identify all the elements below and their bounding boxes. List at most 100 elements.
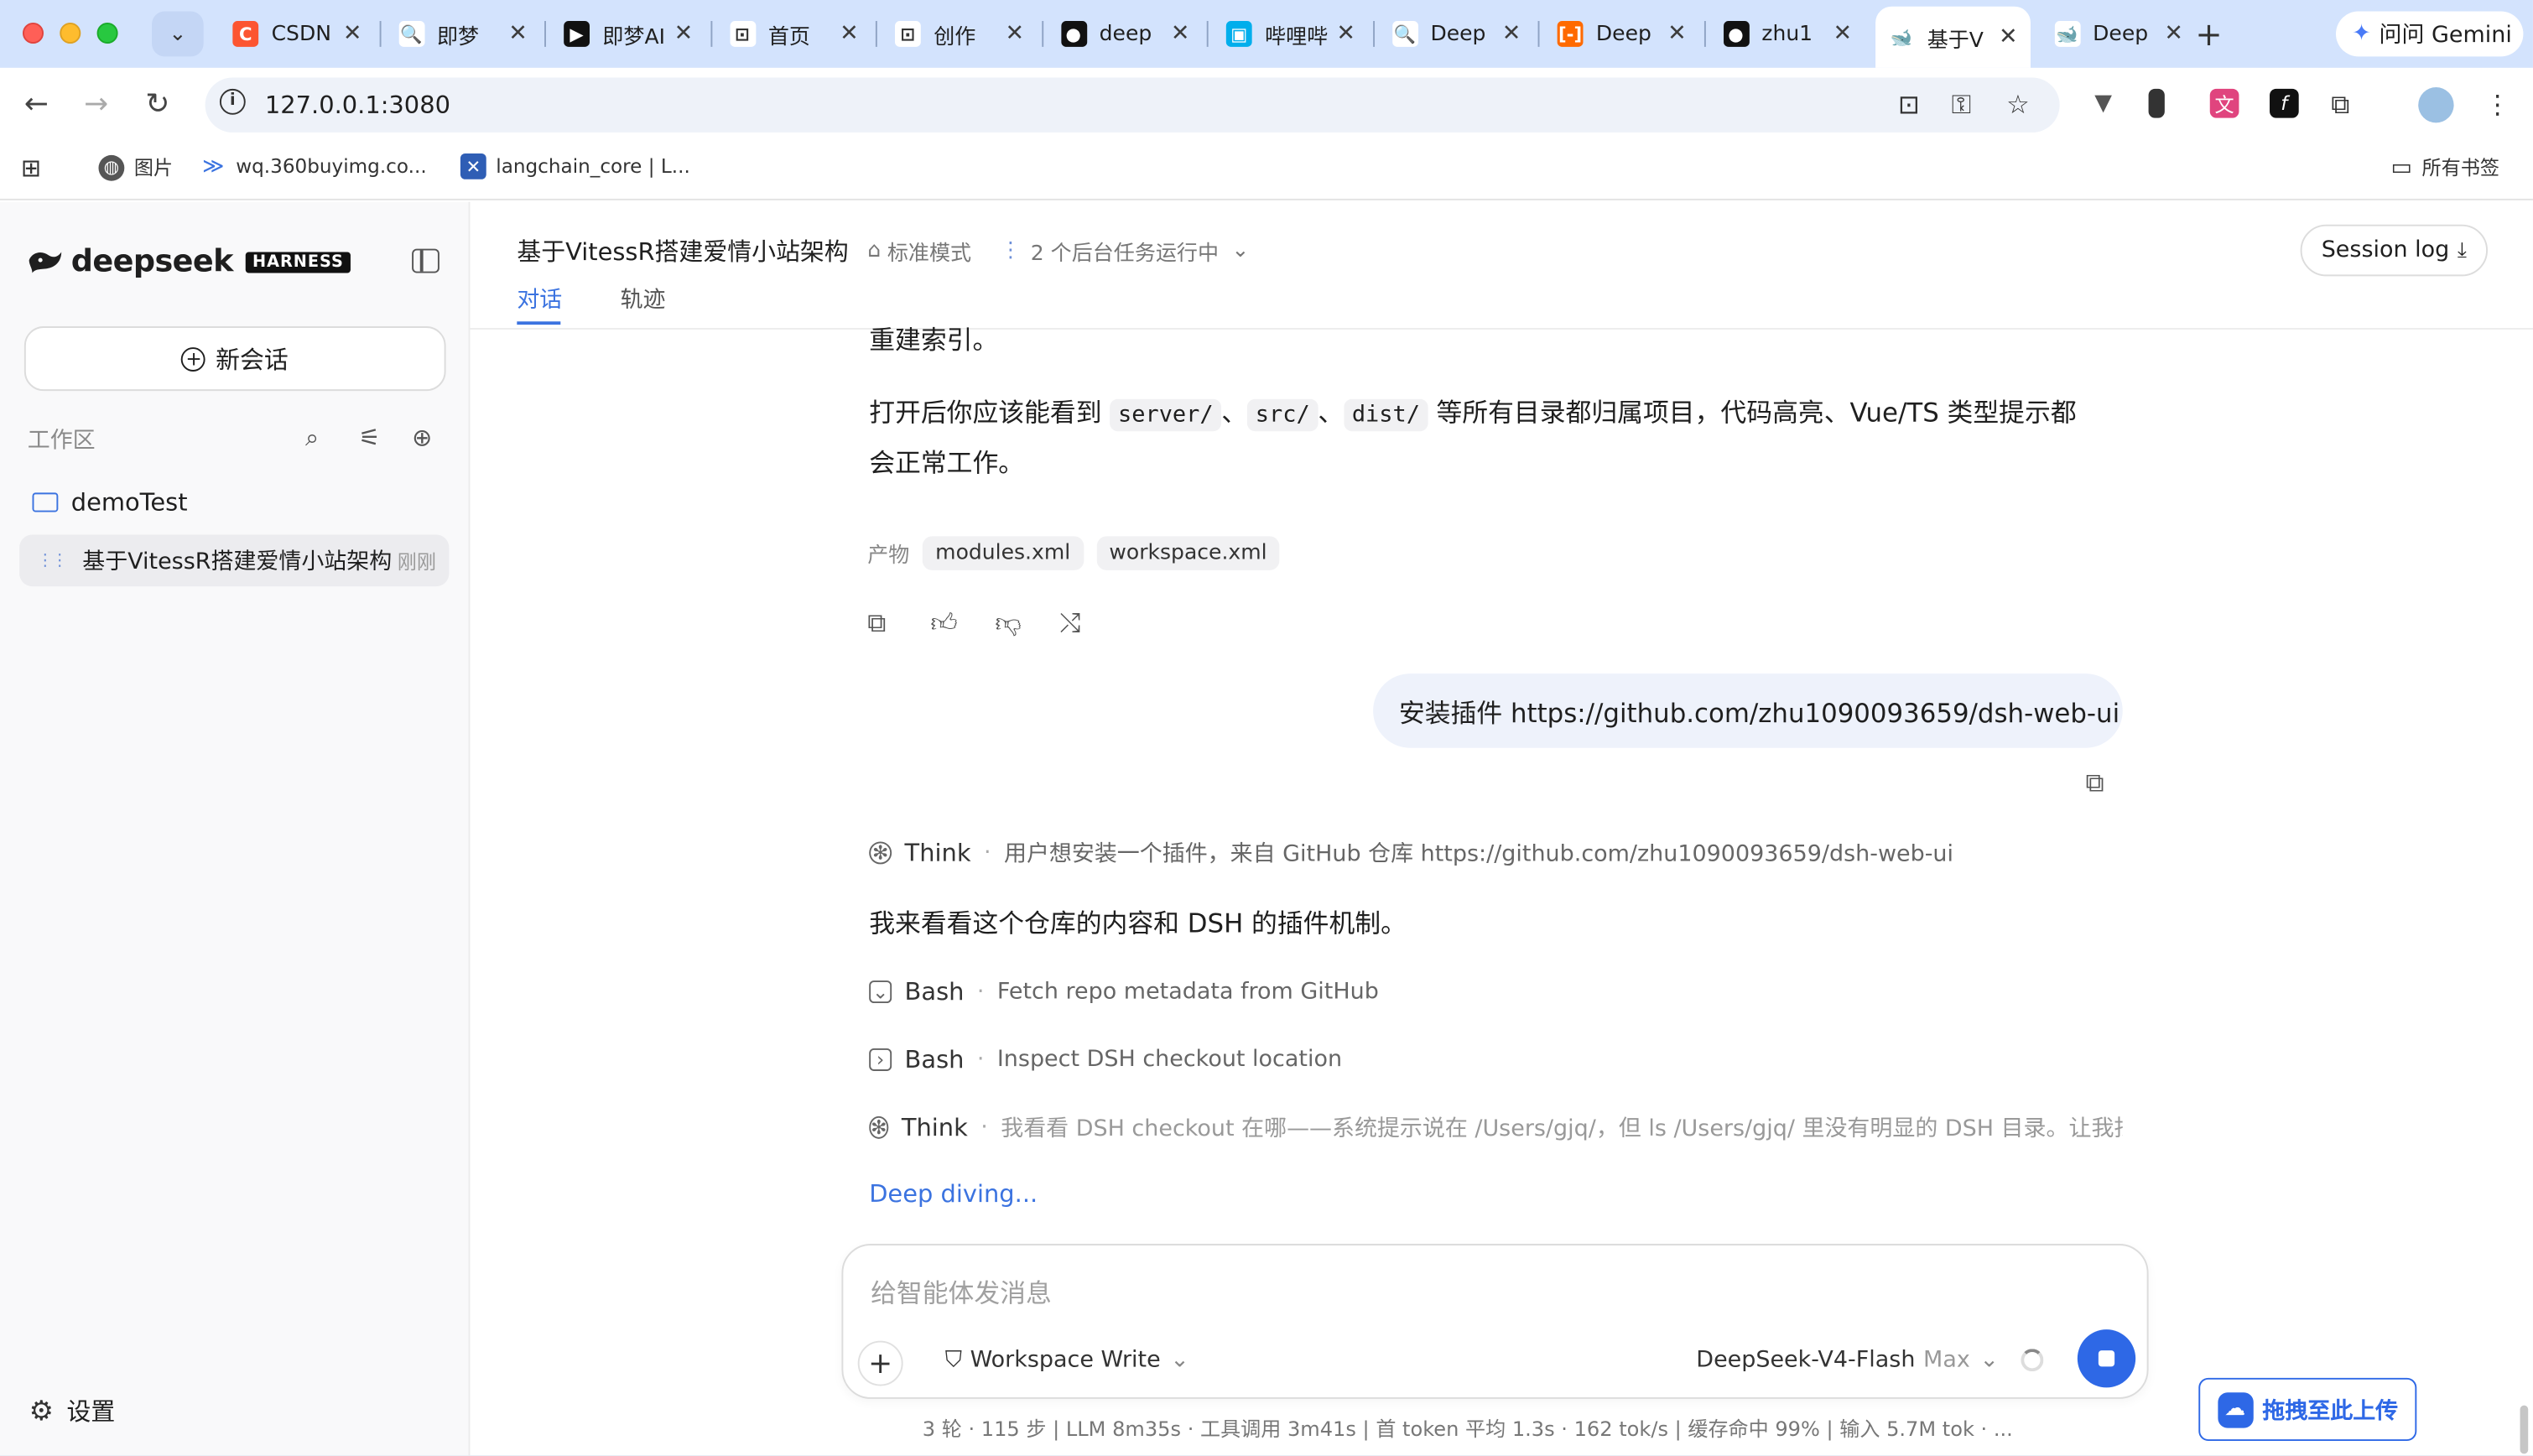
upload-widget[interactable]: ☁ 拖拽至此上传 <box>2198 1377 2417 1441</box>
extension-phone-icon[interactable] <box>2148 88 2165 118</box>
maximize-window-button[interactable] <box>96 22 118 44</box>
tab-close-icon[interactable]: ✕ <box>1502 21 1521 47</box>
all-bookmarks[interactable]: ▭ 所有书签 <box>2390 153 2499 181</box>
model-dropdown[interactable]: DeepSeek-V4-Flash Max ⌄ <box>1696 1347 1999 1373</box>
browser-tab[interactable]: 🔍 即梦 ✕ <box>385 10 540 59</box>
inline-code: dist/ <box>1344 398 1428 432</box>
tab-close-icon[interactable]: ✕ <box>1667 21 1687 47</box>
message-input[interactable]: 给智能体发消息 <box>871 1271 1052 1310</box>
thumbs-down-icon[interactable]: 👎︎ <box>995 607 1021 640</box>
back-icon[interactable]: ← <box>24 87 49 121</box>
browser-tab[interactable]: ⊡ 首页 ✕ <box>716 10 871 59</box>
address-bar[interactable] <box>205 77 2060 133</box>
extension-v-icon[interactable]: ▼ <box>2088 89 2118 118</box>
browser-tab[interactable]: [-] Deep ✕ <box>1544 10 1699 59</box>
bookmark-images[interactable]: ◍ 图片 <box>98 153 173 181</box>
bookmark-360buyimg[interactable]: ≫ wq.360buyimg.co... <box>200 153 427 179</box>
profile-avatar[interactable] <box>2418 87 2454 123</box>
session-log-button[interactable]: Session log ⤓ <box>2300 224 2489 277</box>
tab-separator <box>544 21 546 47</box>
stop-button[interactable] <box>2077 1329 2136 1388</box>
extensions-puzzle-icon[interactable]: ⧉ <box>2331 89 2349 122</box>
tab-close-icon[interactable]: ✕ <box>1336 21 1355 47</box>
artifacts-row: 产物 modules.xml workspace.xml <box>867 536 1280 570</box>
search-icon[interactable]: ⌕ <box>305 424 319 453</box>
app-logo[interactable]: deepseek HARNESS <box>26 244 351 279</box>
separator-dot: · <box>983 840 991 866</box>
tab-close-icon[interactable]: ✕ <box>1833 21 1853 47</box>
text-fragment: 我来看看这个仓库的内容和 DSH 的插件机制。 <box>869 907 1407 939</box>
tab-close-icon[interactable]: ✕ <box>508 21 528 47</box>
artifact-chip[interactable]: workspace.xml <box>1096 536 1280 570</box>
permission-dropdown[interactable]: ⛉ Workspace Write ⌄ <box>945 1347 1189 1373</box>
apps-grid-icon[interactable]: ⊞ <box>21 153 41 183</box>
tab-favicon-icon: ▶ <box>564 21 590 47</box>
branch-icon[interactable]: ⤭ <box>1059 607 1080 640</box>
bookmark-langchain[interactable]: ✕ langchain_core | L... <box>460 153 690 179</box>
copy-icon[interactable]: ⧉ <box>2085 767 2104 800</box>
close-window-button[interactable] <box>22 22 44 44</box>
bookmark-star-icon[interactable]: ☆ <box>2006 89 2030 120</box>
tab-close-icon[interactable]: ✕ <box>840 21 859 47</box>
browser-menu-icon[interactable]: ⋮ <box>2484 89 2510 120</box>
translate-extension-icon[interactable]: 文 <box>2209 88 2239 118</box>
reload-icon[interactable]: ↻ <box>145 87 169 121</box>
settings-button[interactable]: ⚙ 设置 <box>29 1394 116 1427</box>
upload-cloud-icon: ☁ <box>2217 1391 2253 1427</box>
browser-tab[interactable]: ● deep ✕ <box>1048 10 1203 59</box>
background-tasks-dropdown[interactable]: ⋮ 2 个后台任务运行中 ⌄ <box>1000 236 1249 267</box>
copy-icon[interactable]: ⧉ <box>867 607 886 640</box>
add-attachment-button[interactable]: + <box>857 1340 903 1386</box>
browser-tab[interactable]: C CSDN ✕ <box>220 10 375 59</box>
text-fragment: 重建索引。 <box>869 325 999 356</box>
bash-step[interactable]: › Bash · Inspect DSH checkout location <box>869 1045 1342 1074</box>
tab-label: CSDN <box>271 22 331 46</box>
session-item[interactable]: ⋮⋮ 基于VitessR搭建爱情小站架构 刚刚 <box>19 534 450 587</box>
add-folder-icon[interactable]: ⊕ <box>412 424 432 453</box>
tab-chat[interactable]: 对话 <box>517 283 562 315</box>
mode-icon: ⌂ <box>867 239 882 263</box>
browser-tab[interactable]: 🔍 Deep ✕ <box>1379 10 1534 59</box>
tab-close-icon[interactable]: ✕ <box>1171 21 1190 47</box>
think-step[interactable]: ✻ Think · 我看看 DSH checkout 在哪——系统提示说在 /U… <box>869 1111 2123 1144</box>
mode-indicator[interactable]: ⌂ 标准模式 <box>867 236 971 267</box>
browser-tab[interactable]: ▶ 即梦AI ✕ <box>551 10 706 59</box>
browser-tab[interactable]: ⊡ 创作 ✕ <box>882 10 1038 59</box>
think-step[interactable]: ✻ Think · 用户想安装一个插件，来自 GitHub 仓库 https:/… <box>869 837 1953 870</box>
tab-close-icon[interactable]: ✕ <box>343 21 362 47</box>
new-tab-button[interactable]: + <box>2195 14 2222 53</box>
browser-tab[interactable]: 🐋 Deep ✕ <box>2041 10 2197 59</box>
gemini-button[interactable]: ✦ 问问 Gemini <box>2335 11 2524 57</box>
tab-favicon-icon: C <box>232 21 259 47</box>
tab-label: 创作 <box>934 24 976 49</box>
tab-close-icon[interactable]: ✕ <box>1005 21 1024 47</box>
minimize-window-button[interactable] <box>60 22 81 44</box>
separator-dot: · <box>976 979 985 1005</box>
tab-close-icon[interactable]: ✕ <box>2164 21 2183 47</box>
chevron-down-icon: ⌄ <box>1170 1347 1189 1374</box>
step-description: Fetch repo metadata from GitHub <box>996 979 1379 1005</box>
tab-trace[interactable]: 轨迹 <box>621 283 666 315</box>
thumbs-up-icon[interactable]: 👍︎ <box>930 607 957 640</box>
artifact-chip[interactable]: modules.xml <box>922 536 1084 570</box>
forward-icon[interactable]: → <box>84 87 108 121</box>
browser-tab[interactable]: 🐋 基于V ✕ <box>1875 6 2031 68</box>
filter-sliders-icon[interactable]: ⚟ <box>359 424 381 453</box>
password-key-icon[interactable]: ⚿ <box>1952 89 1971 122</box>
sidebar-toggle-icon[interactable] <box>412 248 440 273</box>
site-info-icon[interactable]: i <box>219 88 246 115</box>
formula-extension-icon[interactable]: f <box>2270 88 2299 118</box>
url-text[interactable]: 127.0.0.1:3080 <box>265 91 450 120</box>
workspace-folder[interactable]: demoTest <box>32 488 188 517</box>
browser-tab[interactable]: ● zhu1 ✕ <box>1710 10 1865 59</box>
new-chat-button[interactable]: + 新会话 <box>23 326 446 392</box>
tab-close-icon[interactable]: ✕ <box>1999 24 2018 50</box>
bash-step[interactable]: ⌄ Bash · Fetch repo metadata from GitHub <box>869 977 1379 1006</box>
tab-close-icon[interactable]: ✕ <box>674 21 694 47</box>
user-message-text: 安装插件 https://github.com/zhu1090093659/ds… <box>1398 698 2120 729</box>
scrollbar[interactable] <box>2520 1405 2529 1454</box>
tab-search-icon[interactable]: ⌄ <box>152 11 204 57</box>
install-app-icon[interactable]: ⊡ <box>1898 89 1920 120</box>
browser-tab[interactable]: ▣ 哔哩哔 ✕ <box>1213 10 1368 59</box>
tab-label: 即梦 <box>436 24 480 49</box>
